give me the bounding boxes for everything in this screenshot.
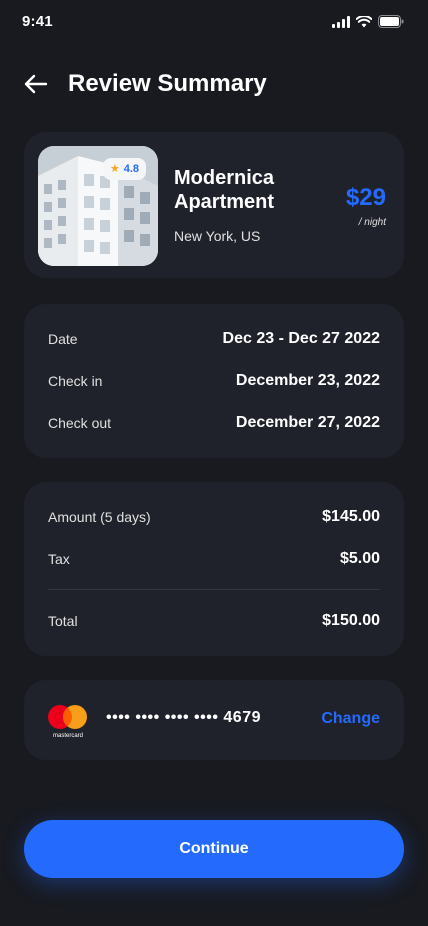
rating-value: 4.8 (123, 163, 139, 175)
price-breakdown-card: Amount (5 days) $145.00 Tax $5.00 Total … (24, 482, 404, 656)
hotel-price-unit: / night (358, 217, 386, 228)
header: Review Summary (0, 60, 428, 108)
rating-badge: ★ 4.8 (102, 158, 146, 180)
status-time: 9:41 (22, 13, 53, 30)
mastercard-icon: mastercard (48, 705, 87, 739)
svg-text:mastercard: mastercard (53, 733, 83, 739)
amount-label: Amount (5 days) (48, 509, 151, 525)
hotel-image: ★ 4.8 (38, 146, 158, 266)
payment-method-card: mastercard •••• •••• •••• •••• 4679 Chan… (24, 680, 404, 760)
date-label: Date (48, 331, 78, 347)
check-out-row: Check out December 27, 2022 (48, 413, 380, 433)
wifi-icon (356, 15, 372, 27)
signal-icon (332, 15, 350, 28)
page-title: Review Summary (68, 70, 267, 97)
arrow-left-icon (24, 74, 48, 94)
star-icon: ★ (109, 162, 120, 175)
change-payment-button[interactable]: Change (321, 710, 380, 728)
check-in-row: Check in December 23, 2022 (48, 371, 380, 391)
back-button[interactable] (22, 70, 54, 98)
total-label: Total (48, 613, 78, 629)
continue-button[interactable]: Continue (24, 820, 404, 878)
amount-value: $145.00 (322, 508, 380, 525)
tax-label: Tax (48, 551, 70, 567)
tax-value: $5.00 (339, 550, 380, 567)
hotel-price: $29 (345, 184, 386, 211)
booking-dates-card: Date Dec 23 - Dec 27 2022 Check in Decem… (24, 304, 404, 458)
check-in-value: December 23, 2022 (235, 372, 380, 389)
hotel-card[interactable]: ★ 4.8 Modernica Apartment New York, US $… (24, 132, 404, 278)
status-bar: 9:41 (0, 0, 428, 44)
amount-row: Amount (5 days) $145.00 (48, 507, 380, 527)
tax-row: Tax $5.00 (48, 549, 380, 569)
date-row: Date Dec 23 - Dec 27 2022 (48, 329, 380, 349)
hotel-name: Modernica Apartment (174, 167, 275, 213)
hotel-location: New York, US (174, 228, 261, 244)
card-number: •••• •••• •••• •••• 4679 (106, 709, 261, 726)
check-out-value: December 27, 2022 (235, 414, 380, 431)
date-value: Dec 23 - Dec 27 2022 (222, 330, 380, 347)
total-row: Total $150.00 (48, 611, 380, 631)
divider (48, 589, 380, 590)
check-in-label: Check in (48, 373, 103, 389)
check-out-label: Check out (48, 415, 112, 431)
review-summary-screen: 9:41 Review Summary ★ 4.8 Modernica Apar… (0, 0, 428, 926)
total-value: $150.00 (322, 612, 380, 629)
battery-icon (378, 15, 404, 28)
status-icons (332, 15, 404, 28)
